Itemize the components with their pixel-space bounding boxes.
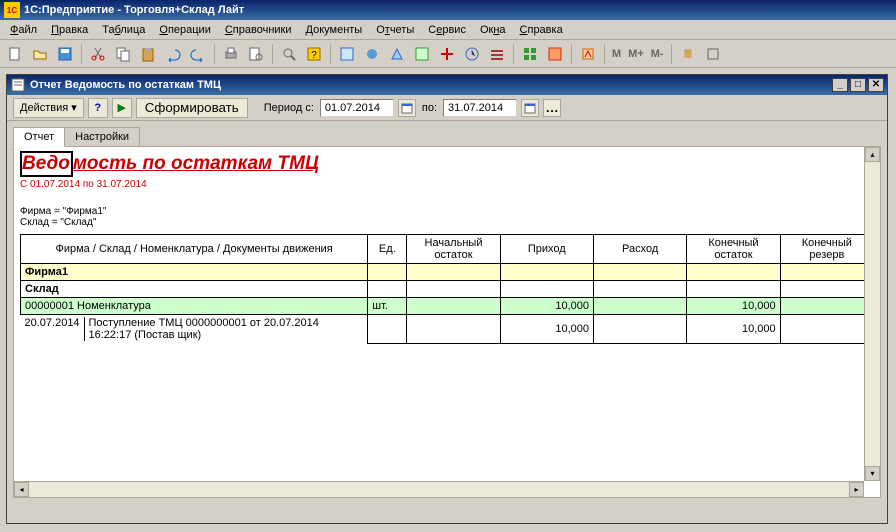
tb-icon-4[interactable] bbox=[411, 43, 433, 65]
actions-button[interactable]: Действия▾ bbox=[13, 98, 84, 118]
filter-sklad: Склад = "Склад" bbox=[20, 217, 874, 228]
tb-icon-1[interactable] bbox=[336, 43, 358, 65]
help-icon[interactable]: ? bbox=[303, 43, 325, 65]
row-document[interactable]: 20.07.2014Поступление ТМЦ 0000000001 от … bbox=[21, 315, 874, 344]
dropdown-icon: ▾ bbox=[71, 101, 77, 114]
col-unit: Ед. bbox=[368, 235, 407, 264]
scroll-down-icon[interactable]: ▾ bbox=[865, 466, 880, 481]
col-reserve: Конечный резерв bbox=[780, 235, 873, 264]
child-title: Отчет Ведомость по остаткам ТМЦ bbox=[30, 79, 830, 91]
menu-help[interactable]: Справка bbox=[514, 22, 569, 38]
minimize-button[interactable]: _ bbox=[832, 78, 848, 92]
period-to-label: по: bbox=[420, 102, 439, 114]
row-sklad[interactable]: Склад bbox=[21, 281, 874, 298]
child-titlebar: Отчет Ведомость по остаткам ТМЦ _ □ ✕ bbox=[7, 75, 887, 95]
main-toolbar: ? M M+ M- bbox=[0, 40, 896, 68]
menu-file[interactable]: Файл bbox=[4, 22, 43, 38]
app-icon: 1С bbox=[4, 2, 20, 18]
col-end: Конечный остаток bbox=[687, 235, 780, 264]
calendar-to-icon[interactable] bbox=[521, 99, 539, 117]
scroll-left-icon[interactable]: ◂ bbox=[14, 482, 29, 497]
report-period: С 01.07.2014 по 31.07.2014 bbox=[20, 179, 874, 190]
child-toolbar: Действия▾ ? ▶ Сформировать Период с: по:… bbox=[7, 95, 887, 121]
report-title: Ведомость по остаткам ТМЦ bbox=[20, 151, 874, 177]
report-table: Фирма / Склад / Номенклатура / Документы… bbox=[20, 234, 874, 344]
memory-mplus[interactable]: M+ bbox=[626, 48, 646, 60]
close-button[interactable]: ✕ bbox=[868, 78, 884, 92]
tab-report[interactable]: Отчет bbox=[13, 127, 65, 147]
filter-firma: Фирма = "Фирма1" bbox=[20, 206, 874, 217]
maximize-button[interactable]: □ bbox=[850, 78, 866, 92]
tb-icon-10[interactable] bbox=[577, 43, 599, 65]
scroll-right-icon[interactable]: ▸ bbox=[849, 482, 864, 497]
tb-icon-7[interactable] bbox=[486, 43, 508, 65]
copy-icon[interactable] bbox=[112, 43, 134, 65]
save-icon[interactable] bbox=[54, 43, 76, 65]
undo-icon[interactable] bbox=[162, 43, 184, 65]
period-from-input[interactable] bbox=[320, 99, 394, 117]
settings-icon[interactable] bbox=[677, 43, 699, 65]
col-begin: Начальный остаток bbox=[407, 235, 500, 264]
col-name: Фирма / Склад / Номенклатура / Документы… bbox=[21, 235, 368, 264]
tb-icon-8[interactable] bbox=[519, 43, 541, 65]
redo-icon[interactable] bbox=[187, 43, 209, 65]
vertical-scrollbar[interactable]: ▴ ▾ bbox=[864, 147, 880, 481]
tb-icon-5[interactable] bbox=[436, 43, 458, 65]
play-button[interactable]: ▶ bbox=[112, 98, 132, 118]
menu-edit[interactable]: Правка bbox=[45, 22, 94, 38]
tb-icon-6[interactable] bbox=[461, 43, 483, 65]
tab-area: Отчет Настройки Ведомость по остаткам ТМ… bbox=[7, 121, 887, 498]
open-icon[interactable] bbox=[29, 43, 51, 65]
help-button[interactable]: ? bbox=[88, 98, 108, 118]
tb-icon-2[interactable] bbox=[361, 43, 383, 65]
memory-m[interactable]: M bbox=[610, 48, 623, 60]
new-icon[interactable] bbox=[4, 43, 26, 65]
menu-table[interactable]: Таблица bbox=[96, 22, 151, 38]
menu-windows[interactable]: Окна bbox=[474, 22, 512, 38]
tb-icon-last[interactable] bbox=[702, 43, 724, 65]
app-title: 1С:Предприятие - Торговля+Склад Лайт bbox=[24, 4, 244, 16]
tb-icon-9[interactable] bbox=[544, 43, 566, 65]
report-icon bbox=[10, 77, 26, 93]
col-out: Расход bbox=[593, 235, 686, 264]
menubar: Файл Правка Таблица Операции Справочники… bbox=[0, 20, 896, 40]
paste-icon[interactable] bbox=[137, 43, 159, 65]
svg-text:?: ? bbox=[311, 50, 317, 61]
row-firma[interactable]: Фирма1 bbox=[21, 264, 874, 281]
table-header-row: Фирма / Склад / Номенклатура / Документы… bbox=[21, 235, 874, 264]
find-icon[interactable] bbox=[278, 43, 300, 65]
app-titlebar: 1С 1С:Предприятие - Торговля+Склад Лайт bbox=[0, 0, 896, 20]
form-button[interactable]: Сформировать bbox=[136, 98, 248, 118]
print-icon[interactable] bbox=[220, 43, 242, 65]
period-from-label: Период с: bbox=[262, 102, 316, 114]
tab-settings[interactable]: Настройки bbox=[64, 127, 140, 146]
period-select-button[interactable]: … bbox=[543, 99, 561, 117]
menu-docs[interactable]: Документы bbox=[300, 22, 369, 38]
menu-refs[interactable]: Справочники bbox=[219, 22, 298, 38]
menu-service[interactable]: Сервис bbox=[422, 22, 472, 38]
row-nomenclature[interactable]: 00000001 Номенклатура шт. 10,000 10,000 bbox=[21, 298, 874, 315]
cut-icon[interactable] bbox=[87, 43, 109, 65]
col-in: Приход bbox=[500, 235, 593, 264]
tb-icon-3[interactable] bbox=[386, 43, 408, 65]
preview-icon[interactable] bbox=[245, 43, 267, 65]
memory-mminus[interactable]: M- bbox=[649, 48, 666, 60]
period-to-input[interactable] bbox=[443, 99, 517, 117]
report-panel: Ведомость по остаткам ТМЦ С 01.07.2014 п… bbox=[13, 146, 881, 498]
child-window: Отчет Ведомость по остаткам ТМЦ _ □ ✕ Де… bbox=[6, 74, 888, 524]
calendar-from-icon[interactable] bbox=[398, 99, 416, 117]
horizontal-scrollbar[interactable]: ◂ ▸ bbox=[14, 481, 864, 497]
scroll-up-icon[interactable]: ▴ bbox=[865, 147, 880, 162]
menu-operations[interactable]: Операции bbox=[153, 22, 216, 38]
menu-reports[interactable]: Отчеты bbox=[370, 22, 420, 38]
report-area[interactable]: Ведомость по остаткам ТМЦ С 01.07.2014 п… bbox=[14, 147, 880, 497]
